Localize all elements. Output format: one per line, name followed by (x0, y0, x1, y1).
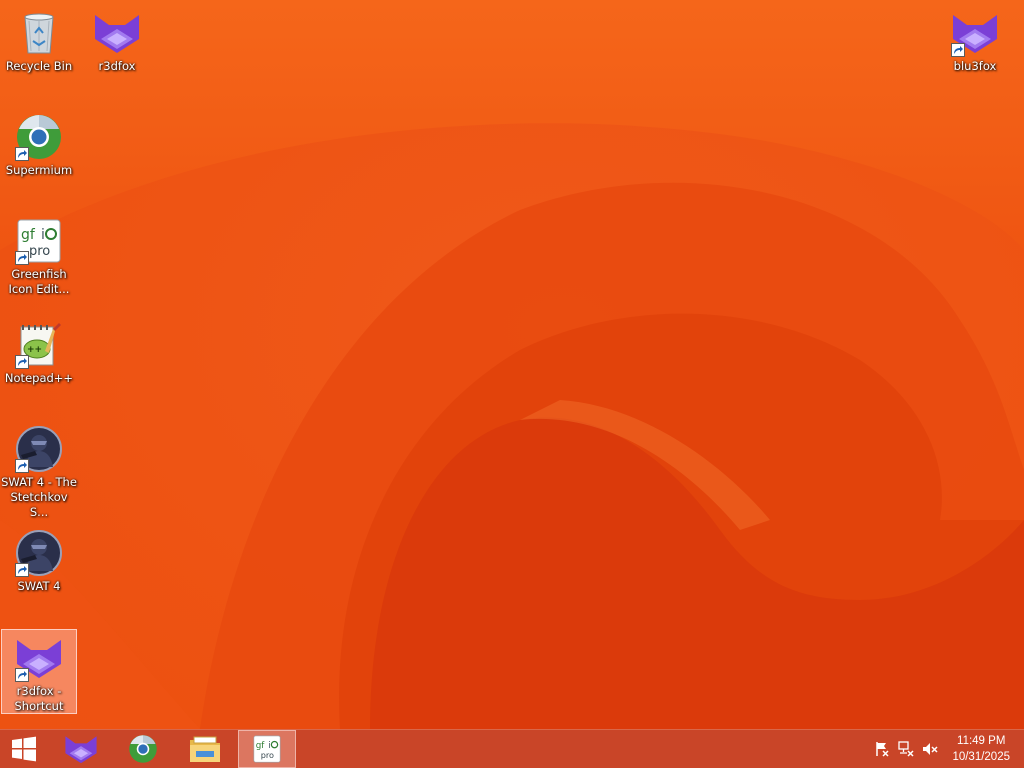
taskbar-clock[interactable]: 11:49 PM 10/31/2025 (952, 733, 1010, 765)
shortcut-arrow-icon (15, 355, 29, 369)
recycle-bin-icon (15, 9, 63, 57)
desktop-icon-label: blu3fox (953, 59, 997, 73)
clock-time: 11:49 PM (957, 735, 1006, 747)
desktop-icon-label: r3dfox - Shortcut (14, 684, 64, 713)
desktop-icon-notepad-plus-plus[interactable]: ++ Notepad++ (1, 316, 77, 387)
blu3fox-icon (951, 9, 999, 57)
file-explorer-icon (190, 736, 220, 762)
network-icon[interactable] (898, 741, 914, 757)
shortcut-arrow-icon (951, 43, 965, 57)
volume-muted-icon[interactable] (922, 741, 938, 757)
taskbar-file-explorer-button[interactable] (176, 730, 234, 768)
taskbar-r3dfox-button[interactable] (52, 730, 110, 768)
desktop-icon-label: Supermium (5, 163, 73, 177)
start-button[interactable] (0, 730, 48, 768)
svg-text:gf: gf (21, 227, 36, 243)
desktop-icon-label: Recycle Bin (5, 59, 73, 73)
swat4-stetchkov-icon (15, 425, 63, 473)
supermium-icon (15, 113, 63, 161)
desktop-icon-label: Notepad++ (4, 371, 74, 385)
desktop-icon-supermium[interactable]: Supermium (1, 108, 77, 179)
windows-start-icon (12, 736, 36, 762)
shortcut-arrow-icon (15, 668, 29, 682)
desktop-icon-swat4-stetchkov[interactable]: SWAT 4 - The Stetchkov S... (1, 420, 77, 521)
r3dfox-icon (93, 9, 141, 57)
svg-text:pro: pro (29, 244, 50, 259)
desktop-icon-label: SWAT 4 (17, 579, 61, 593)
taskbar: gf i pro 11:49 PM 10/31/2025 (0, 729, 1024, 768)
r3dfox-shortcut-icon (15, 634, 63, 682)
clock-date: 10/31/2025 (952, 751, 1010, 763)
shortcut-arrow-icon (15, 251, 29, 265)
desktop-icon-greenfish[interactable]: gf i pro Greenfish Icon Edit... (1, 212, 77, 298)
desktop-icon-label: SWAT 4 - The Stetchkov S... (1, 475, 77, 519)
desktop-icon-r3dfox[interactable]: r3dfox (79, 4, 155, 75)
svg-text:i: i (41, 227, 45, 243)
shortcut-arrow-icon (15, 147, 29, 161)
swat4-icon (15, 529, 63, 577)
action-center-flag-icon[interactable] (874, 741, 890, 757)
shortcut-arrow-icon (15, 459, 29, 473)
supermium-icon (129, 735, 157, 763)
taskbar-supermium-button[interactable] (114, 730, 172, 768)
desktop-icon-label: r3dfox (98, 59, 136, 73)
notepad-plus-plus-icon: ++ (15, 321, 63, 369)
desktop[interactable]: Recycle Bin r3dfox blu3fox Supermium gf … (0, 0, 1024, 729)
r3dfox-icon (65, 736, 97, 764)
desktop-icon-swat4[interactable]: SWAT 4 (1, 524, 77, 595)
desktop-icon-blu3fox[interactable]: blu3fox (937, 4, 1013, 75)
desktop-wallpaper (0, 0, 1024, 729)
taskbar-greenfish-button[interactable]: gf i pro (238, 730, 296, 768)
desktop-icon-r3dfox-shortcut[interactable]: r3dfox - Shortcut (1, 629, 77, 714)
greenfish-icon-editor-icon: gf i pro (253, 735, 281, 763)
shortcut-arrow-icon (15, 563, 29, 577)
desktop-icon-recycle-bin[interactable]: Recycle Bin (1, 4, 77, 75)
svg-text:pro: pro (261, 750, 274, 760)
greenfish-icon-editor-icon: gf i pro (15, 217, 63, 265)
desktop-icon-label: Greenfish Icon Edit... (8, 267, 70, 296)
svg-text:++: ++ (27, 345, 42, 355)
